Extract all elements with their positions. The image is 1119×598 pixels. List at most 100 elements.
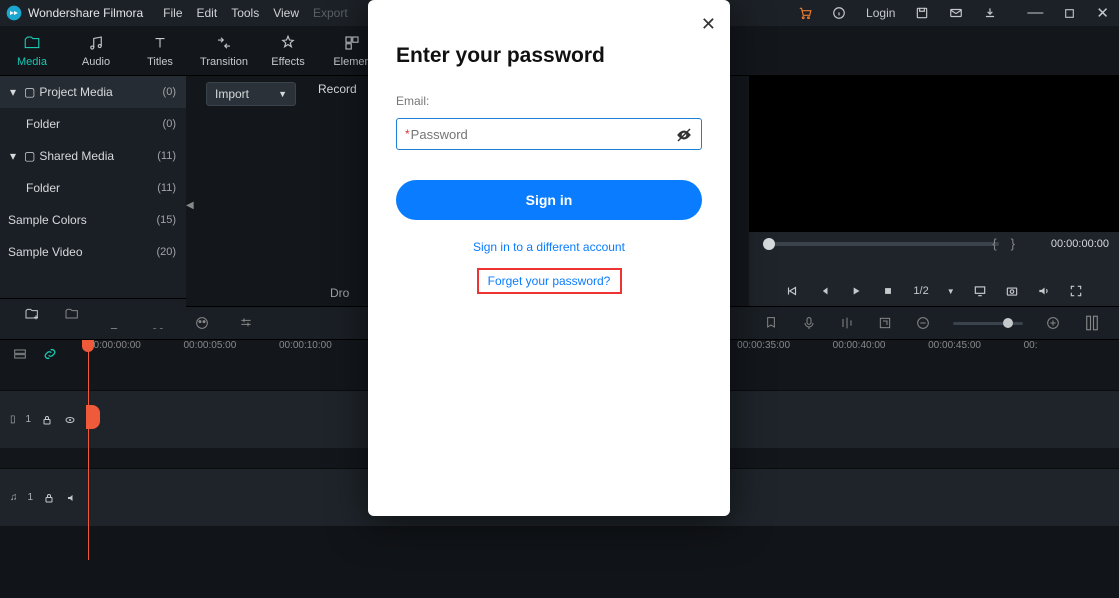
display-icon[interactable]	[973, 284, 987, 298]
preview-controls: {} 00:00:00:00 1/2 ▼	[749, 232, 1119, 306]
adjust-icon[interactable]	[238, 315, 254, 331]
sidebar-item-label: Sample Video	[8, 245, 83, 259]
password-modal: ✕ Enter your password Email: * Sign in S…	[368, 0, 730, 516]
step-back-icon[interactable]	[817, 284, 831, 298]
volume-icon[interactable]	[1037, 284, 1051, 298]
sidebar-item-folder1[interactable]: Folder (0)	[0, 108, 186, 140]
tab-media-label: Media	[17, 56, 47, 68]
chevron-down-icon: ▾	[10, 85, 20, 99]
zoom-in-icon[interactable]	[1045, 315, 1061, 331]
record-button[interactable]: Record	[310, 82, 365, 106]
eye-off-icon[interactable]	[675, 126, 693, 144]
playhead[interactable]	[88, 340, 89, 560]
lock-icon[interactable]	[43, 492, 55, 504]
sidebar-item-sample-colors[interactable]: Sample Colors (15)	[0, 204, 186, 236]
menu-view[interactable]: View	[273, 6, 299, 20]
import-label: Import	[215, 87, 249, 101]
login-link[interactable]: Login	[866, 6, 895, 20]
different-account-link[interactable]: Sign in to a different account	[396, 240, 702, 254]
ruler-tick: 00:00:40:00	[833, 340, 886, 351]
tab-elements-label: Elemen	[333, 56, 370, 68]
link-icon[interactable]	[42, 346, 58, 362]
meter-icon[interactable]	[1083, 312, 1101, 334]
track-type-icon: ▯	[10, 414, 16, 425]
play-icon[interactable]	[849, 284, 863, 298]
sidebar-item-sample-video[interactable]: Sample Video (20)	[0, 236, 186, 268]
cart-icon[interactable]	[798, 6, 812, 20]
ruler-tick: 00:00:35:00	[737, 340, 790, 351]
chevron-down-icon[interactable]: ▼	[947, 287, 955, 296]
signin-button[interactable]: Sign in	[396, 180, 702, 220]
app-title: Wondershare Filmora	[28, 6, 143, 20]
password-field-wrap: *	[396, 118, 702, 150]
sidebar-item-count: (11)	[157, 182, 176, 194]
sidebar-item-count: (0)	[163, 118, 176, 130]
tab-transition[interactable]: Transition	[192, 34, 256, 68]
save-icon[interactable]	[915, 6, 929, 20]
sidebar-item-count: (11)	[157, 150, 176, 162]
menu-edit[interactable]: Edit	[197, 6, 218, 20]
window-minimize[interactable]: —	[1027, 4, 1043, 22]
stop-icon[interactable]	[881, 284, 895, 298]
chevron-down-icon: ▼	[278, 89, 287, 99]
tab-media[interactable]: Media	[0, 34, 64, 68]
window-maximize[interactable]	[1063, 7, 1076, 20]
tab-titles[interactable]: Titles	[128, 34, 192, 68]
app-logo-icon	[6, 5, 22, 21]
sidebar-item-label: Folder	[26, 181, 60, 195]
track-number: 1	[28, 492, 34, 503]
tab-transition-label: Transition	[200, 56, 248, 68]
speaker-icon[interactable]	[65, 492, 79, 504]
download-icon[interactable]	[983, 6, 997, 20]
track-add-icon[interactable]	[12, 346, 28, 362]
sidebar-item-folder2[interactable]: Folder (11)	[0, 172, 186, 204]
lock-icon[interactable]	[41, 414, 53, 426]
forgot-password-link[interactable]: Forget your password?	[488, 274, 611, 288]
snapshot-icon[interactable]	[1005, 284, 1019, 298]
email-label: Email:	[396, 94, 702, 108]
ruler-tick: 00:00:05:00	[183, 340, 236, 351]
mail-icon[interactable]	[949, 6, 963, 20]
track-type-icon: ♫	[10, 492, 18, 503]
eye-icon[interactable]	[63, 414, 77, 426]
sidebar-item-label: Project Media	[39, 85, 112, 99]
tab-effects[interactable]: Effects	[256, 34, 320, 68]
playback-speed[interactable]: 1/2	[913, 285, 928, 297]
scrubber-knob[interactable]	[763, 238, 775, 250]
modal-title: Enter your password	[396, 44, 702, 68]
marker-icon[interactable]	[763, 315, 779, 331]
marker-braces: {}	[992, 236, 1029, 251]
preview-scrubber[interactable]	[763, 242, 999, 246]
drop-hint: Dro	[330, 286, 349, 300]
menu-file[interactable]: File	[163, 6, 182, 20]
sidebar-footer	[0, 298, 186, 328]
mic-icon[interactable]	[801, 315, 817, 331]
sidebar-item-project-media[interactable]: ▾ ▢ Project Media (0)	[0, 76, 186, 108]
sidebar-item-label: Sample Colors	[8, 213, 87, 227]
menu-tools[interactable]: Tools	[231, 6, 259, 20]
tab-audio[interactable]: Audio	[64, 34, 128, 68]
zoom-slider-knob[interactable]	[1003, 318, 1013, 328]
sidebar-collapse-handle[interactable]: ◀	[186, 200, 194, 211]
prev-frame-icon[interactable]	[785, 284, 799, 298]
color-icon[interactable]	[194, 315, 210, 331]
window-close[interactable]: ✕	[1096, 4, 1109, 22]
info-icon[interactable]	[832, 6, 846, 20]
audio-mixer-icon[interactable]	[839, 315, 855, 331]
sidebar-item-shared-media[interactable]: ▾ ▢ Shared Media (11)	[0, 140, 186, 172]
import-button[interactable]: Import ▼	[206, 82, 296, 106]
sidebar-item-label: Folder	[26, 117, 60, 131]
menu-export[interactable]: Export	[313, 6, 348, 20]
crop-icon[interactable]	[877, 315, 893, 331]
fullscreen-icon[interactable]	[1069, 284, 1083, 298]
new-folder-icon[interactable]	[24, 306, 40, 322]
folder-icon[interactable]	[64, 306, 80, 322]
zoom-slider[interactable]	[953, 322, 1023, 325]
sidebar-item-count: (15)	[156, 214, 176, 226]
zoom-out-icon[interactable]	[915, 315, 931, 331]
close-icon[interactable]: ✕	[701, 14, 716, 35]
sidebar: ▾ ▢ Project Media (0) Folder (0) ▾ ▢ Sha…	[0, 76, 186, 306]
password-input[interactable]	[411, 127, 693, 142]
main-menu: File Edit Tools View Export	[163, 6, 348, 20]
ruler-tick: 00:00:10:00	[279, 340, 332, 351]
